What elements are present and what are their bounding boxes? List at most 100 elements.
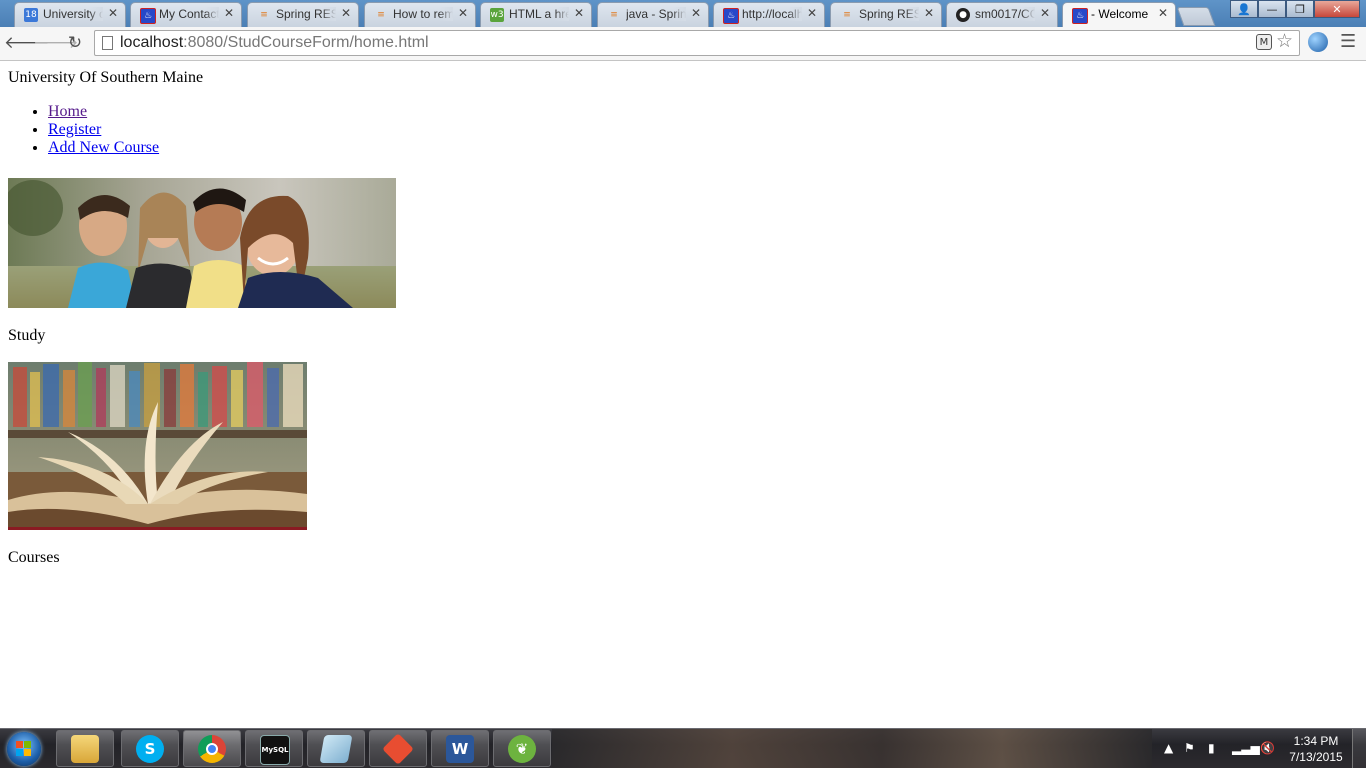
mysql-icon: MySQL (260, 735, 290, 765)
tab-title: - Welcome (1091, 7, 1149, 21)
github-icon: ● (956, 8, 970, 22)
show-desktop-button[interactable] (1352, 729, 1366, 768)
tab-spring-rest-2[interactable]: ≡ Spring REST ✕ (830, 2, 942, 27)
notepad-icon (319, 735, 353, 763)
windows-logo-icon (16, 741, 32, 757)
taskbar-chrome[interactable] (183, 730, 241, 767)
courses-label: Courses (8, 549, 60, 566)
students-image (8, 178, 396, 308)
stackoverflow-icon: ≡ (260, 10, 268, 20)
tab-title: My Contacts (159, 7, 219, 21)
tab-close-icon[interactable]: ✕ (224, 6, 234, 20)
address-bar[interactable]: localhost:8080/StudCourseForm/home.html (94, 30, 1300, 56)
tab-close-icon[interactable]: ✕ (574, 6, 584, 20)
tab-university[interactable]: 18 University of Southern Maine ✕ (14, 2, 126, 27)
nav-list: Home Register Add New Course (8, 103, 159, 157)
taskbar-word[interactable]: W (431, 730, 489, 767)
tab-title: java - Spring (626, 7, 686, 21)
tab-close-icon[interactable]: ✕ (1158, 6, 1168, 20)
add-new-course-link[interactable]: Add New Course (48, 139, 159, 156)
new-tab-button[interactable] (1176, 7, 1216, 26)
bookmark-star-icon[interactable]: ☆ (1276, 30, 1293, 52)
nav-item-home: Home (48, 103, 159, 121)
browser-toolbar: 🡐 🡒 ↻ localhost:8080/StudCourseForm/home… (0, 27, 1366, 61)
taskbar-background (552, 729, 1152, 768)
tab-welcome[interactable]: ♨ - Welcome ✕ (1062, 2, 1176, 28)
java-app-icon: ♨ (1072, 8, 1088, 24)
tab-github[interactable]: ● sm0017/COS ✕ (946, 2, 1058, 27)
start-button[interactable] (7, 732, 41, 766)
page-content: University Of Southern Maine Home Regist… (0, 61, 1366, 728)
minimize-icon[interactable]: — (1258, 0, 1286, 18)
tab-title: Spring REST (859, 7, 919, 21)
tab-localhost[interactable]: ♨ http://localhost ✕ (713, 2, 825, 27)
chrome-icon (198, 735, 226, 763)
forward-arrow-icon[interactable]: 🡒 (33, 31, 79, 55)
clock-time: 1:34 PM (1293, 734, 1339, 748)
tab-close-icon[interactable]: ✕ (1040, 6, 1050, 20)
w3schools-icon: w3 (490, 8, 504, 22)
tab-close-icon[interactable]: ✕ (924, 6, 934, 20)
show-hidden-icons-icon[interactable]: ▲ (1164, 741, 1173, 755)
java-app-icon: ♨ (723, 8, 739, 24)
tab-my-contacts[interactable]: ♨ My Contacts ✕ (130, 2, 242, 27)
volume-muted-icon[interactable]: 🔇 (1260, 741, 1275, 755)
stackoverflow-icon: ≡ (610, 10, 618, 20)
taskbar-skype[interactable]: S (121, 730, 179, 767)
globe-extension-icon[interactable] (1308, 32, 1328, 52)
windows-taskbar: S MySQL W ❦ ▲ ⚑ ▮ ▂▃▅ 🔇 1:34 PM 7/13/201… (0, 728, 1366, 768)
home-link[interactable]: Home (48, 103, 87, 120)
study-label: Study (8, 327, 46, 344)
tab-close-icon[interactable]: ✕ (458, 6, 468, 20)
taskbar-file-explorer[interactable] (56, 730, 114, 767)
tab-html-a-href[interactable]: w3 HTML a href ✕ (480, 2, 592, 27)
calendar-18-icon: 18 (24, 8, 38, 22)
java-app-icon: ♨ (140, 8, 156, 24)
stackoverflow-icon: ≡ (377, 10, 385, 20)
tab-close-icon[interactable]: ✕ (691, 6, 701, 20)
reload-icon[interactable]: ↻ (62, 31, 88, 55)
nav-item-register: Register (48, 121, 159, 139)
page-title: University Of Southern Maine (8, 69, 204, 86)
taskbar-mysql[interactable]: MySQL (245, 730, 303, 767)
maximize-icon[interactable]: ❐ (1286, 0, 1314, 18)
tab-how-to-remove[interactable]: ≡ How to remove ✕ (364, 2, 476, 27)
tab-close-icon[interactable]: ✕ (108, 6, 118, 20)
tab-title: sm0017/COS (975, 7, 1035, 21)
taskbar-git[interactable] (369, 730, 427, 767)
word-icon: W (446, 735, 474, 763)
back-arrow-icon[interactable]: 🡐 (4, 31, 50, 55)
chrome-center (206, 743, 218, 755)
tab-title: HTML a href (509, 7, 569, 21)
url-host: localhost (120, 34, 184, 51)
power-icon[interactable]: ▮ (1208, 741, 1215, 755)
git-icon (382, 733, 414, 765)
file-explorer-icon (71, 735, 99, 763)
menu-icon[interactable]: ☰ (1340, 31, 1356, 52)
url-path: :8080/StudCourseForm/home.html (183, 34, 429, 51)
tab-close-icon[interactable]: ✕ (807, 6, 817, 20)
tab-java-spring[interactable]: ≡ java - Spring ✕ (597, 2, 709, 27)
tab-title: University of Southern Maine (43, 7, 103, 21)
address-url[interactable]: localhost:8080/StudCourseForm/home.html (120, 34, 429, 52)
close-window-icon[interactable]: ✕ (1314, 0, 1360, 18)
tab-close-icon[interactable]: ✕ (341, 6, 351, 20)
stackoverflow-icon: ≡ (843, 10, 851, 20)
clock-date: 7/13/2015 (1289, 750, 1343, 764)
browser-tab-strip: 18 University of Southern Maine ✕ ♨ My C… (0, 0, 1366, 28)
action-center-flag-icon[interactable]: ⚑ (1184, 741, 1195, 755)
page-icon (102, 36, 113, 50)
taskbar-notepad[interactable] (307, 730, 365, 767)
spring-tool-suite-icon: ❦ (508, 735, 536, 763)
tab-spring-rest-1[interactable]: ≡ Spring REST ✕ (247, 2, 359, 27)
register-link[interactable]: Register (48, 121, 101, 138)
taskbar-spring-tool-suite[interactable]: ❦ (493, 730, 551, 767)
taskbar-clock[interactable]: 1:34 PM 7/13/2015 (1284, 733, 1348, 765)
tab-title: How to remove (393, 7, 453, 21)
skype-icon: S (136, 735, 164, 763)
user-profile-icon[interactable]: 👤 (1230, 0, 1258, 18)
tab-title: http://localhost (742, 7, 802, 21)
network-signal-icon[interactable]: ▂▃▅ (1232, 741, 1260, 755)
open-book-image (8, 362, 307, 530)
extension-icon[interactable]: M (1256, 34, 1272, 50)
